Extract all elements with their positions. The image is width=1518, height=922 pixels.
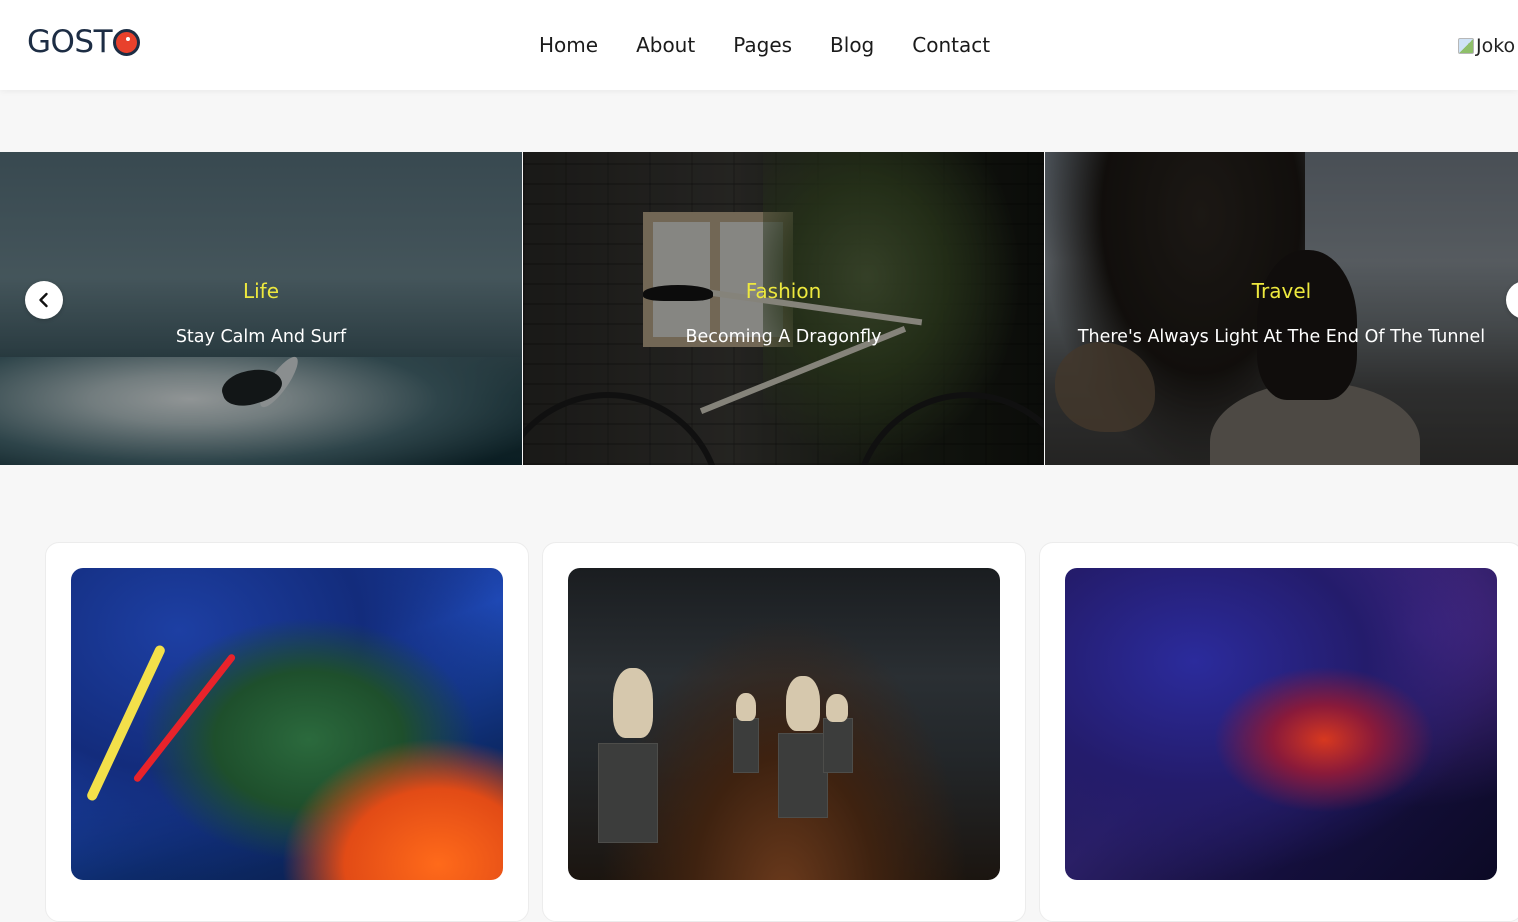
- paint-stroke: [85, 643, 167, 803]
- slide-category[interactable]: Fashion: [523, 279, 1044, 303]
- post-card[interactable]: [542, 542, 1026, 922]
- slide-category[interactable]: Life: [0, 279, 522, 303]
- post-card[interactable]: [45, 542, 529, 922]
- museum-bust: [613, 668, 653, 738]
- nav-item-contact[interactable]: Contact: [912, 30, 990, 60]
- main-nav: Home About Pages Blog Contact: [539, 30, 990, 60]
- user-avatar[interactable]: Joko: [1458, 35, 1515, 57]
- slide-title[interactable]: Stay Calm And Surf: [0, 327, 522, 347]
- slide-overlay: [0, 152, 522, 465]
- museum-bust: [826, 694, 848, 722]
- slide-title[interactable]: Becoming A Dragonfly: [523, 327, 1044, 347]
- museum-pedestal: [598, 743, 658, 843]
- museum-pedestal: [733, 718, 759, 773]
- slide-overlay: [1045, 152, 1518, 465]
- featured-slider: Life Stay Calm And Surf Fashion Becoming…: [0, 152, 1518, 465]
- museum-pedestal: [823, 718, 853, 773]
- broken-image-icon: [1458, 38, 1474, 54]
- post-card-image[interactable]: [568, 568, 1000, 880]
- user-avatar-alt-text: Joko: [1476, 35, 1516, 57]
- slide-travel[interactable]: Travel There's Always Light At The End O…: [1045, 152, 1518, 465]
- nav-item-pages[interactable]: Pages: [733, 30, 792, 60]
- logo-dot-icon: [113, 28, 141, 56]
- chevron-left-icon: [39, 292, 48, 308]
- slide-fashion[interactable]: Fashion Becoming A Dragonfly: [523, 152, 1044, 465]
- slide-overlay: [523, 152, 1044, 465]
- post-card-image[interactable]: [71, 568, 503, 880]
- museum-bust: [736, 693, 756, 721]
- nav-item-about[interactable]: About: [636, 30, 695, 60]
- slide-title[interactable]: There's Always Light At The End Of The T…: [1045, 327, 1518, 347]
- post-card-image[interactable]: [1065, 568, 1497, 880]
- slide-category[interactable]: Travel: [1045, 279, 1518, 303]
- nav-item-home[interactable]: Home: [539, 30, 598, 60]
- logo-text: GOST: [27, 24, 113, 60]
- nav-item-blog[interactable]: Blog: [830, 30, 874, 60]
- site-header: GOST Home About Pages Blog Contact Joko: [0, 0, 1518, 90]
- slider-prev-button[interactable]: [25, 281, 63, 319]
- post-card[interactable]: [1039, 542, 1518, 922]
- museum-bust: [786, 676, 820, 731]
- site-logo[interactable]: GOST: [27, 22, 141, 62]
- museum-pedestal: [778, 733, 828, 818]
- slide-life[interactable]: Life Stay Calm And Surf: [0, 152, 522, 465]
